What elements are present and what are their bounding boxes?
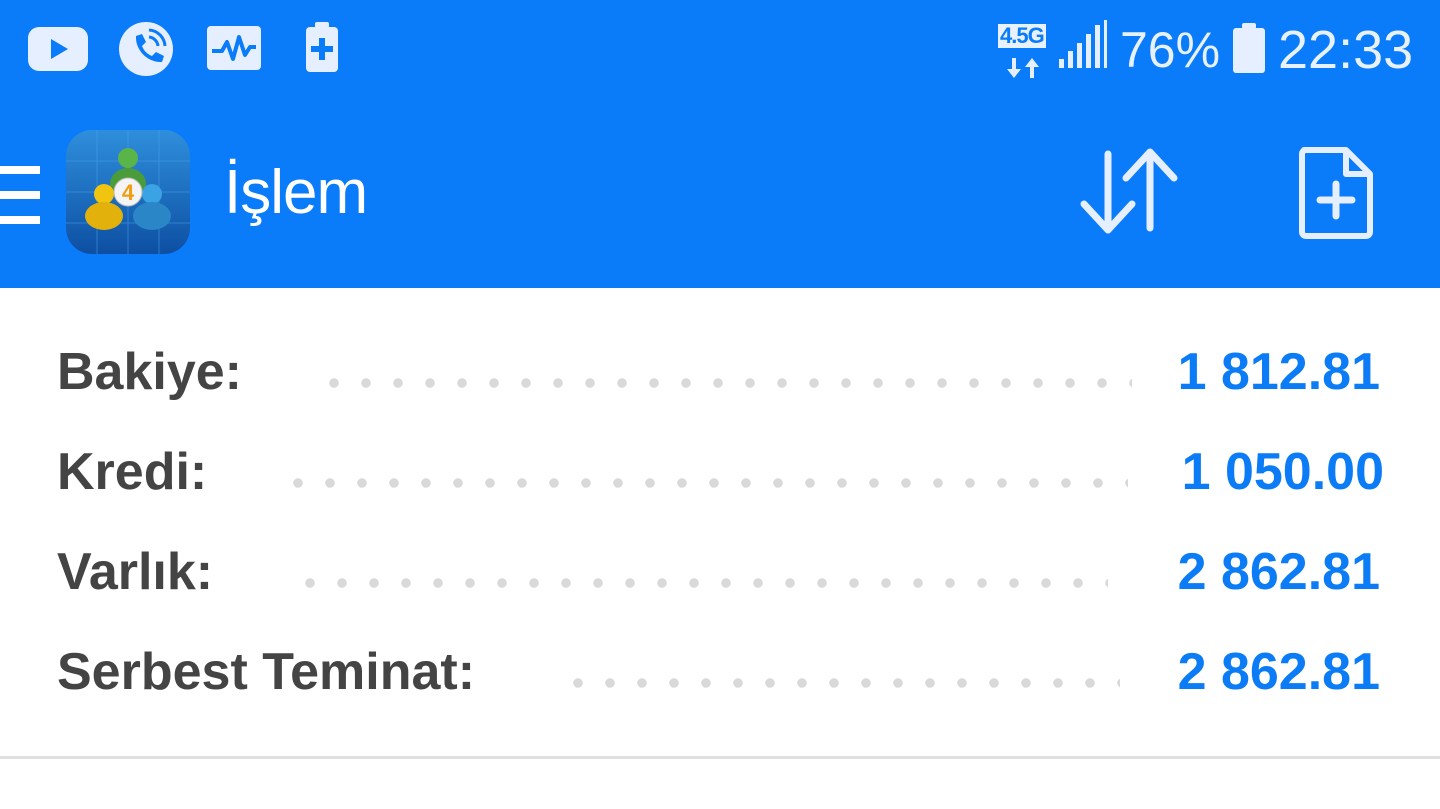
menu-icon[interactable] xyxy=(0,164,42,226)
network-data-icon xyxy=(1007,58,1039,78)
credit-value: 1 050.00 xyxy=(1181,443,1384,501)
dot-leader xyxy=(282,478,1128,488)
credit-row: Kredi: 1 050.00 xyxy=(0,422,1440,522)
signal-strength-icon xyxy=(1059,20,1107,68)
dot-leader xyxy=(294,578,1108,588)
balance-label: Bakiye: xyxy=(57,343,242,401)
battery-icon xyxy=(1233,23,1265,73)
dot-leader xyxy=(562,678,1120,688)
free-margin-label: Serbest Teminat: xyxy=(57,643,476,701)
balance-row: Bakiye: 1 812.81 xyxy=(0,322,1440,422)
free-margin-value: 2 862.81 xyxy=(1177,643,1380,701)
equity-label: Varlık: xyxy=(57,543,214,601)
free-margin-row: Serbest Teminat: 2 862.81 xyxy=(0,622,1440,722)
equity-row: Varlık: 2 862.81 xyxy=(0,522,1440,622)
credit-label: Kredi: xyxy=(57,443,208,501)
new-order-icon[interactable] xyxy=(1298,146,1374,240)
metatrader-logo[interactable]: 4 xyxy=(66,130,190,254)
phone-call-icon xyxy=(119,22,173,76)
battery-charge-icon xyxy=(306,22,338,72)
page-title: İşlem xyxy=(224,158,368,227)
svg-text:4: 4 xyxy=(122,180,135,205)
account-summary: Bakiye: 1 812.81 Kredi: 1 050.00 Varlık:… xyxy=(0,288,1440,756)
divider xyxy=(0,756,1440,759)
dot-leader xyxy=(318,378,1132,388)
activity-monitor-icon xyxy=(207,26,261,70)
balance-value: 1 812.81 xyxy=(1177,343,1380,401)
app-bar: 4 İşlem xyxy=(0,100,1440,288)
network-type-label: 4.5G xyxy=(998,23,1046,48)
equity-value: 2 862.81 xyxy=(1177,543,1380,601)
clock: 22:33 xyxy=(1278,20,1414,80)
youtube-icon xyxy=(28,27,88,71)
battery-percent: 76% xyxy=(1120,22,1221,78)
status-bar: 4.5G 76% 22:33 xyxy=(0,0,1440,100)
sort-icon[interactable] xyxy=(1078,148,1178,236)
